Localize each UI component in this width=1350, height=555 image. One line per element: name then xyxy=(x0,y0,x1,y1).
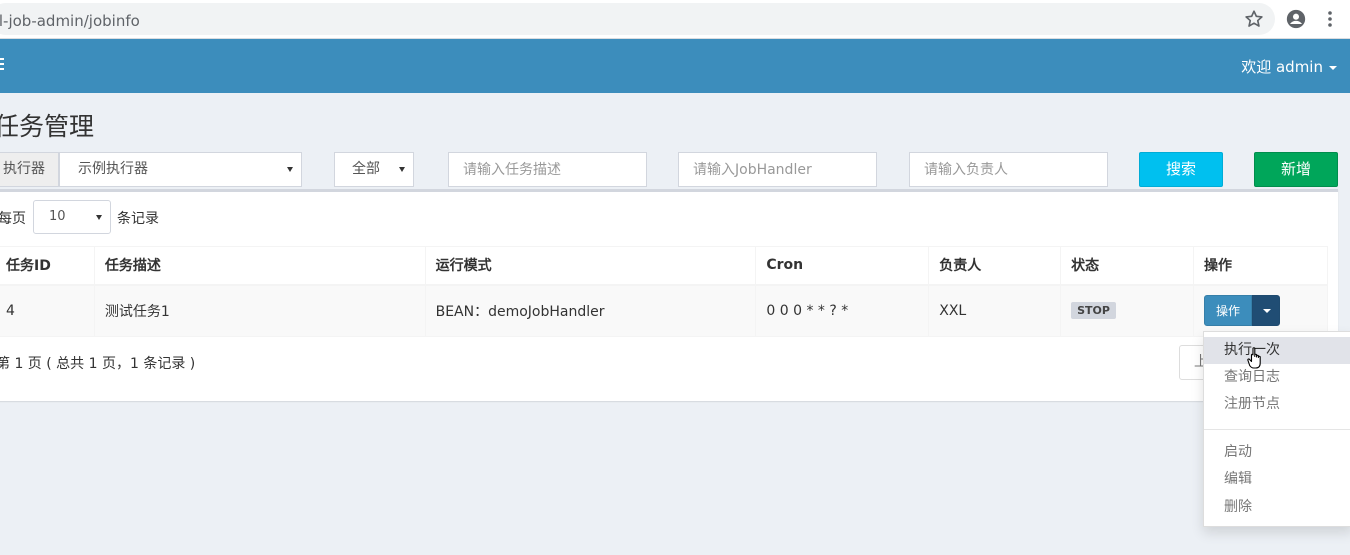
page-length-suffix: 条记录 xyxy=(117,211,159,227)
column-header[interactable]: Cron xyxy=(755,246,930,286)
job-handler-input[interactable] xyxy=(678,152,877,187)
menu-item-trigger-once[interactable]: 执行一次 xyxy=(1204,337,1350,364)
page-length-select[interactable]: 10 xyxy=(33,200,111,234)
menu-divider xyxy=(1204,429,1350,430)
pagination-info: 第 1 页 ( 总共 1 页，1 条记录 ) xyxy=(0,356,196,372)
executor-label: 执行器 xyxy=(0,152,59,187)
executor-select[interactable]: 示例执行器 xyxy=(59,152,302,187)
account-icon[interactable] xyxy=(1285,8,1307,30)
operation-button[interactable]: 操作 xyxy=(1204,295,1253,327)
author-cell: XXL xyxy=(928,284,1062,337)
status-select-value: 全部 xyxy=(352,161,380,177)
operation-cell: 操作 xyxy=(1193,284,1328,337)
address-bar[interactable]: xl-job-admin/jobinfo xyxy=(0,3,1275,35)
chevron-down-icon xyxy=(1329,65,1337,70)
chevron-down-icon xyxy=(287,167,293,172)
url-text[interactable]: xl-job-admin/jobinfo xyxy=(0,12,140,30)
table-row: 4 测试任务1 BEAN：demoJobHandler 0 0 0 * * ? … xyxy=(0,284,1328,337)
status-badge: STOP xyxy=(1071,302,1116,320)
job-desc-input[interactable] xyxy=(448,152,647,187)
cron-cell: 0 0 0 * * ? * xyxy=(755,284,930,337)
menu-item-delete[interactable]: 删除 xyxy=(1204,494,1350,521)
author-input[interactable] xyxy=(909,152,1108,187)
operation-dropdown-menu: 执行一次 查询日志 注册节点 启动 编辑 删除 xyxy=(1203,331,1350,527)
user-menu[interactable]: 欢迎 admin xyxy=(1241,56,1337,77)
more-menu-icon[interactable] xyxy=(1320,9,1340,29)
hand-pointer-icon xyxy=(1247,347,1261,369)
browser-toolbar: xl-job-admin/jobinfo xyxy=(0,0,1350,39)
status-select[interactable]: 全部 xyxy=(334,152,414,187)
job-table: 任务ID 任务描述 运行模式 Cron 负责人 状态 操作 4 测试任务1 BE… xyxy=(0,246,1328,337)
add-job-button[interactable]: 新增 xyxy=(1254,152,1338,187)
column-header[interactable]: 任务ID xyxy=(0,246,95,286)
user-greeting[interactable]: 欢迎 admin xyxy=(1241,56,1323,77)
page-length-value: 10 xyxy=(49,209,66,224)
column-header[interactable]: 状态 xyxy=(1060,246,1195,286)
job-desc-cell: 测试任务1 xyxy=(93,284,426,337)
column-header: 操作 xyxy=(1193,246,1328,286)
menu-item-start[interactable]: 启动 xyxy=(1204,439,1350,466)
run-mode-cell: BEAN：demoJobHandler xyxy=(424,284,757,337)
column-header[interactable]: 负责人 xyxy=(928,246,1062,286)
chevron-down-icon xyxy=(96,215,102,220)
executor-select-value: 示例执行器 xyxy=(78,161,148,177)
job-id-cell: 4 xyxy=(0,284,95,337)
chevron-down-icon xyxy=(399,167,405,172)
column-header[interactable]: 运行模式 xyxy=(424,246,757,286)
column-header[interactable]: 任务描述 xyxy=(93,246,426,286)
search-button[interactable]: 搜索 xyxy=(1139,152,1223,187)
status-cell: STOP xyxy=(1060,284,1195,337)
page-length-prefix: 每页 xyxy=(0,211,26,227)
menu-item-edit[interactable]: 编辑 xyxy=(1204,466,1350,493)
page-title: 任务管理 xyxy=(0,112,95,141)
menu-item-registry-nodes[interactable]: 注册节点 xyxy=(1204,391,1350,418)
operation-button-group: 操作 xyxy=(1204,295,1281,327)
app-header: 欢迎 admin xyxy=(0,39,1350,93)
sidebar-toggle-icon[interactable] xyxy=(0,58,4,72)
bookmark-star-icon[interactable] xyxy=(1243,8,1265,30)
menu-item-query-log[interactable]: 查询日志 xyxy=(1204,364,1350,391)
table-header-row: 任务ID 任务描述 运行模式 Cron 负责人 状态 操作 xyxy=(0,246,1328,286)
chevron-down-icon xyxy=(1263,309,1272,314)
operation-dropdown-toggle[interactable] xyxy=(1252,295,1281,327)
